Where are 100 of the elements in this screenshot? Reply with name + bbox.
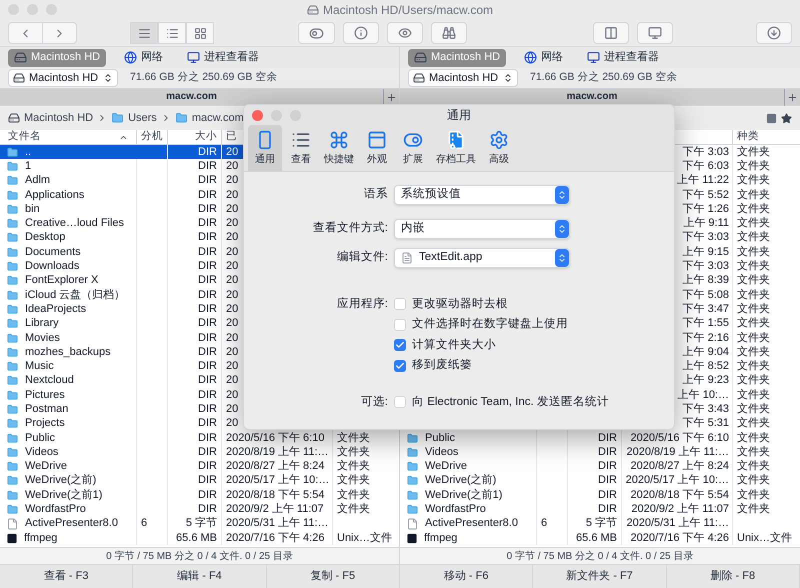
checkbox[interactable] [394, 318, 406, 331]
file-row[interactable]: WordfastPro DIR 2020/9/2 上午 11:07 文件夹 [400, 502, 800, 517]
preferences-tab[interactable]: 存档工具 [432, 125, 480, 171]
file-row[interactable]: ffmpeg 65.6 MB 2020/7/16 下午 4:26 Unix…文件 [400, 531, 800, 546]
preview-button[interactable] [386, 22, 422, 44]
preferences-tab[interactable]: 通用 [248, 125, 282, 171]
size-text: DIR [598, 432, 617, 444]
extension-text: 6 [141, 518, 148, 530]
dropdown-select[interactable]: 内嵌 [394, 219, 570, 239]
date-text: 20 [226, 304, 238, 315]
checkbox[interactable] [394, 360, 406, 372]
search-button[interactable] [430, 22, 466, 44]
drive-icon [8, 112, 20, 124]
size-text: DIR [598, 504, 617, 516]
favorite-item[interactable]: 网络 [518, 48, 570, 66]
file-row[interactable]: ffmpeg 65.6 MB 2020/7/16 下午 4:26 Unix…文件 [0, 531, 399, 546]
function-key-button[interactable]: 删除 - F8 [666, 565, 800, 588]
file-row[interactable]: WeDrive(之前) DIR 2020/5/17 上午 10:… 文件夹 [400, 474, 800, 488]
file-name: WordfastPro [425, 504, 486, 516]
checkbox-label: 计算文件夹大小 [412, 338, 496, 353]
function-key-button[interactable]: 查看 - F3 [0, 565, 134, 588]
download-icon [767, 26, 781, 40]
toggle-icon [308, 26, 324, 40]
size-text: DIR [198, 375, 217, 386]
date-text: 20 [226, 160, 238, 172]
size-text: DIR [198, 318, 217, 330]
download-button[interactable] [756, 22, 792, 44]
file-row[interactable]: WeDrive(之前) DIR 2020/5/17 上午 10:… 文件夹 [0, 474, 399, 488]
column-header[interactable]: 文件名 [8, 129, 119, 145]
drive-select[interactable]: Macintosh HD [8, 69, 118, 87]
size-text: DIR [198, 461, 217, 472]
column-header[interactable]: 种类 [737, 129, 759, 145]
function-key-button[interactable]: 新文件夹 - F7 [533, 565, 667, 588]
file-row[interactable]: ActivePresenter8.0 6 5 字节 2020/5/31 上午 11:… [400, 516, 800, 532]
star-icon[interactable] [781, 112, 792, 124]
file-row[interactable]: WeDrive DIR 2020/8/27 上午 8:24 文件夹 [0, 460, 399, 474]
path-segment[interactable]: Users [128, 110, 157, 126]
toggle-button[interactable] [298, 22, 334, 44]
kind-text: 文件夹 [737, 361, 770, 372]
kind-text: 文件夹 [737, 190, 770, 201]
column-header[interactable]: 已 [226, 129, 237, 145]
drive-icon [14, 51, 27, 64]
favorite-item[interactable]: 进程查看器 [181, 48, 266, 66]
folder-icon [6, 418, 19, 430]
view-mode-button[interactable] [186, 22, 214, 44]
favorite-item[interactable]: 网络 [118, 48, 170, 66]
file-row[interactable]: ActivePresenter8.0 6 5 字节 2020/5/31 上午 11:… [0, 516, 399, 532]
favorite-item[interactable]: 进程查看器 [581, 48, 666, 66]
size-text: DIR [198, 332, 217, 344]
date-text: 2020/5/16 下午 6:10 [226, 432, 324, 444]
folder-icon [406, 475, 419, 486]
date-text: 20 [226, 246, 238, 258]
date-text: 下午 1:26 [682, 204, 729, 215]
size-text: DIR [198, 490, 217, 501]
view-mode-button[interactable] [158, 22, 186, 44]
checkbox[interactable] [394, 298, 406, 310]
square-icon[interactable] [766, 112, 777, 124]
kind-text: Unix…文件 [337, 532, 392, 544]
folder-icon [6, 160, 19, 172]
date-text: 2020/5/31 上午 11:… [226, 518, 329, 530]
kind-text: 文件夹 [337, 475, 370, 486]
size-text: DIR [198, 346, 217, 358]
size-text: DIR [198, 446, 217, 458]
drive-select[interactable]: Macintosh HD [408, 69, 518, 87]
date-text: 20 [226, 332, 238, 344]
file-row[interactable]: Videos DIR 2020/8/19 上午 11:… 文件夹 [400, 445, 800, 460]
dropdown-select[interactable]: 系统预设值 [394, 185, 570, 205]
function-key-button[interactable]: 复制 - F5 [266, 565, 400, 588]
info-button[interactable] [342, 22, 378, 44]
kind-text: 文件夹 [737, 290, 770, 301]
column-header[interactable]: 分机 [141, 129, 163, 145]
panels-button[interactable] [592, 22, 628, 44]
file-row[interactable]: WordfastPro DIR 2020/9/2 上午 11:07 文件夹 [0, 502, 399, 517]
path-segment[interactable]: Macintosh HD [24, 110, 94, 126]
network-button[interactable] [636, 22, 672, 44]
path-segment[interactable]: macw.com [192, 110, 244, 126]
date-text: 2020/7/16 下午 4:26 [226, 532, 324, 544]
close-button[interactable] [252, 110, 263, 121]
date-text: 2020/8/19 上午 11:… [226, 446, 329, 458]
file-name: Videos [425, 446, 458, 458]
date-text: 20 [226, 318, 238, 330]
function-key-button[interactable]: 编辑 - F4 [133, 565, 267, 588]
size-text: DIR [198, 418, 217, 430]
file-row[interactable]: WeDrive(之前1) DIR 2020/8/18 下午 5:54 文件夹 [400, 488, 800, 502]
folder-icon [406, 490, 419, 501]
file-row[interactable]: WeDrive DIR 2020/8/27 上午 8:24 文件夹 [400, 460, 800, 474]
function-key-button[interactable]: 移动 - F6 [400, 565, 534, 588]
column-header[interactable]: 大小 [195, 129, 217, 145]
file-row[interactable]: Videos DIR 2020/8/19 上午 11:… 文件夹 [0, 445, 399, 460]
size-text: DIR [598, 490, 617, 501]
checkbox[interactable] [394, 339, 406, 352]
size-text: DIR [198, 204, 217, 215]
view-mode-button[interactable] [130, 22, 158, 44]
preferences-tab[interactable]: 高级 [482, 125, 516, 171]
grid-icon [194, 26, 206, 40]
file-row[interactable]: WeDrive(之前1) DIR 2020/8/18 下午 5:54 文件夹 [0, 488, 399, 502]
dropdown-select[interactable]: TextEdit.app [394, 248, 570, 268]
kind-text: 文件夹 [737, 404, 770, 415]
checkbox[interactable] [394, 396, 406, 408]
preferences-tab[interactable]: 扩展 [396, 125, 430, 171]
